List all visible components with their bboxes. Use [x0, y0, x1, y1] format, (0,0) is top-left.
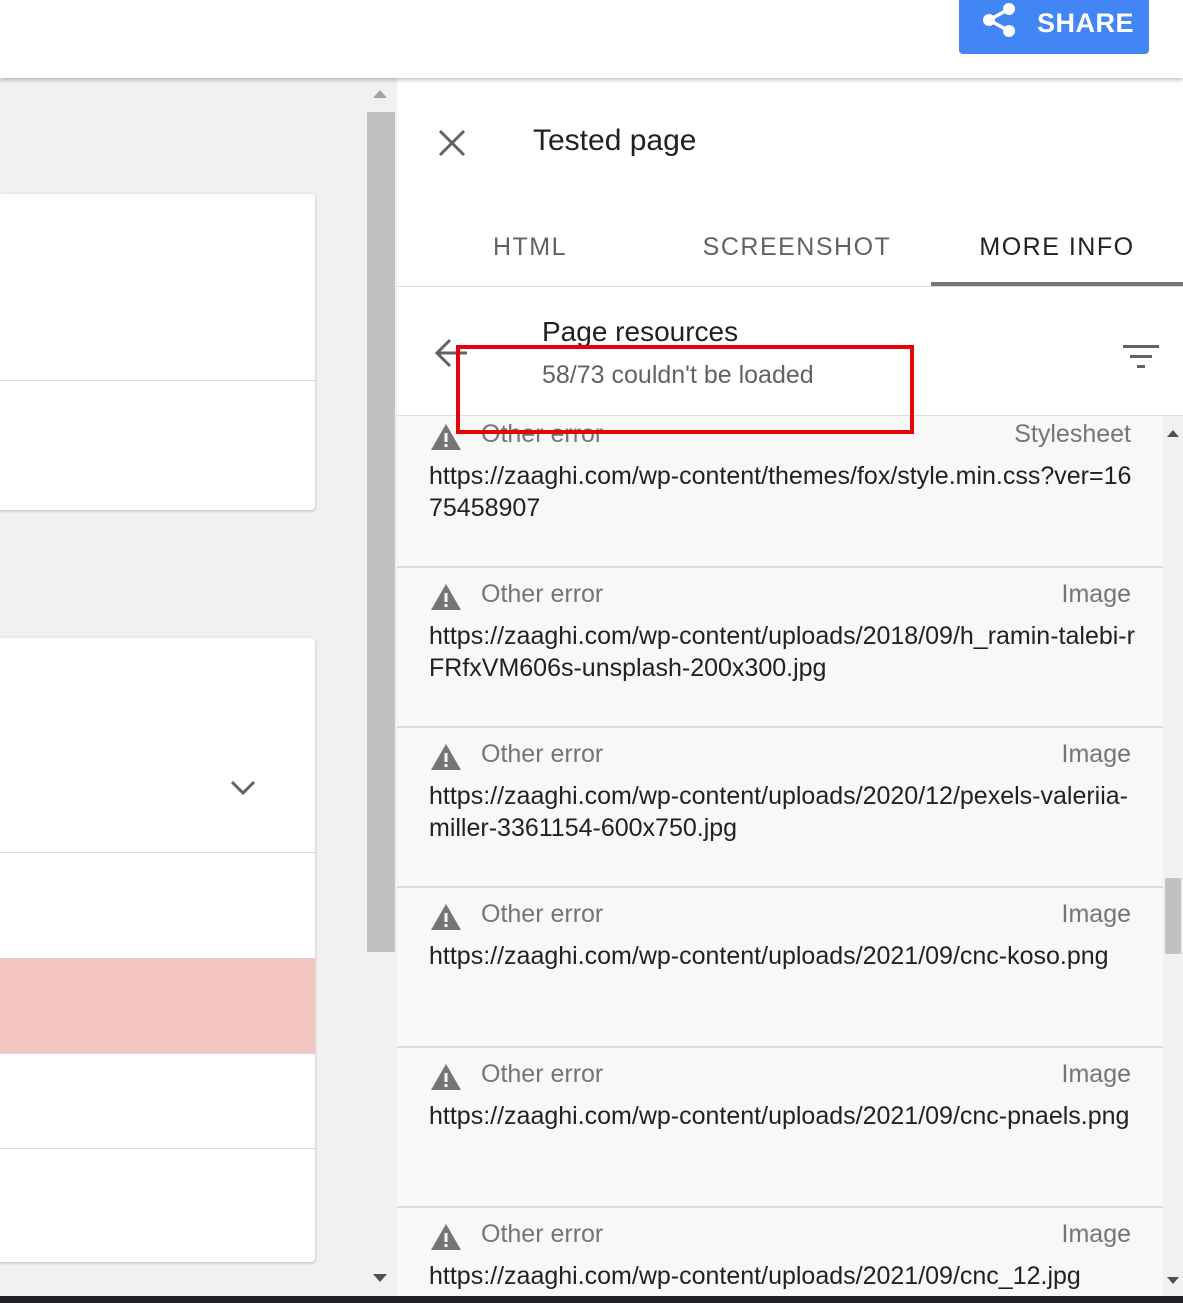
active-tab-indicator: [931, 282, 1183, 286]
list-item[interactable]: Other error Image https://zaaghi.com/wp-…: [397, 888, 1163, 1048]
tab-more-info[interactable]: MORE INFO: [931, 208, 1183, 286]
tested-page-panel: Tested page HTML SCREENSHOT MORE INFO Pa…: [397, 78, 1183, 1296]
warning-icon: [431, 424, 461, 450]
error-label: Other error: [481, 580, 604, 608]
chevron-down-icon[interactable]: [226, 776, 260, 800]
resource-url: https://zaaghi.com/wp-content/uploads/20…: [429, 1262, 1081, 1290]
resource-type: Image: [1061, 580, 1131, 608]
resource-type: Image: [1061, 1220, 1131, 1248]
tab-bar: HTML SCREENSHOT MORE INFO: [397, 208, 1183, 287]
resource-url: https://zaaghi.com/wp-content/uploads/20…: [429, 782, 1129, 842]
resources-title: Page resources: [542, 316, 739, 347]
list-item[interactable]: Other error Image https://zaaghi.com/wp-…: [397, 1208, 1163, 1296]
resource-type: Image: [1061, 900, 1131, 928]
scroll-thumb[interactable]: [367, 112, 395, 952]
error-row[interactable]: [0, 958, 315, 1053]
list-item[interactable]: Other error Stylesheet https://zaaghi.co…: [397, 416, 1163, 568]
resource-url: https://zaaghi.com/wp-content/themes/fox…: [429, 462, 1132, 522]
warning-icon: [431, 584, 461, 610]
resource-url: https://zaaghi.com/wp-content/uploads/20…: [429, 622, 1135, 682]
scroll-up-arrow[interactable]: [373, 90, 387, 98]
warning-icon: [431, 1224, 461, 1250]
list-item[interactable]: Other error Image https://zaaghi.com/wp-…: [397, 728, 1163, 888]
error-label: Other error: [481, 1060, 604, 1088]
card-divider: [0, 1053, 315, 1054]
error-label: Other error: [481, 420, 604, 448]
resource-url: https://zaaghi.com/wp-content/uploads/20…: [429, 942, 1109, 970]
tab-screenshot[interactable]: SCREENSHOT: [663, 208, 931, 286]
warning-icon: [431, 744, 461, 770]
share-label: SHARE: [1037, 7, 1135, 38]
resources-header: Page resources 58/73 couldn't be loaded: [397, 288, 1183, 416]
close-icon[interactable]: [435, 126, 469, 160]
card-divider: [0, 1148, 315, 1149]
left-scrollbar[interactable]: [365, 78, 397, 1296]
resource-type: Stylesheet: [1014, 420, 1131, 448]
details-card: [0, 638, 315, 1262]
scroll-down-arrow[interactable]: [1167, 1277, 1179, 1284]
resource-type: Image: [1061, 1060, 1131, 1088]
resource-list: Other error Stylesheet https://zaaghi.co…: [397, 416, 1163, 1296]
error-label: Other error: [481, 1220, 604, 1248]
error-label: Other error: [481, 900, 604, 928]
filter-icon[interactable]: [1121, 342, 1161, 372]
panel-title: Tested page: [533, 124, 697, 157]
resource-url: https://zaaghi.com/wp-content/uploads/20…: [429, 1102, 1130, 1130]
resource-type: Image: [1061, 740, 1131, 768]
left-pane: [0, 78, 365, 1303]
scroll-down-arrow[interactable]: [373, 1274, 387, 1282]
warning-icon: [431, 1064, 461, 1090]
warning-icon: [431, 904, 461, 930]
error-label: Other error: [481, 740, 604, 768]
list-item[interactable]: Other error Image https://zaaghi.com/wp-…: [397, 1048, 1163, 1208]
scroll-up-arrow[interactable]: [1167, 430, 1179, 437]
bottom-edge-bar: [0, 1296, 1183, 1303]
list-item[interactable]: Other error Image https://zaaghi.com/wp-…: [397, 568, 1163, 728]
card-divider: [0, 380, 315, 381]
summary-card: [0, 194, 315, 510]
arrow-back-icon[interactable]: [433, 336, 471, 370]
share-button[interactable]: SHARE: [959, 0, 1149, 54]
card-divider: [0, 852, 315, 853]
top-bar: SHARE: [0, 0, 1183, 78]
app-root: SHARE Tested page HTML SCREENSHOT MORE I…: [0, 0, 1183, 1303]
tab-html[interactable]: HTML: [397, 208, 663, 286]
scroll-thumb[interactable]: [1165, 878, 1181, 954]
resources-subtitle: 58/73 couldn't be loaded: [542, 361, 814, 389]
resource-list-scrollbar[interactable]: [1163, 416, 1183, 1296]
share-icon: [979, 0, 1019, 47]
